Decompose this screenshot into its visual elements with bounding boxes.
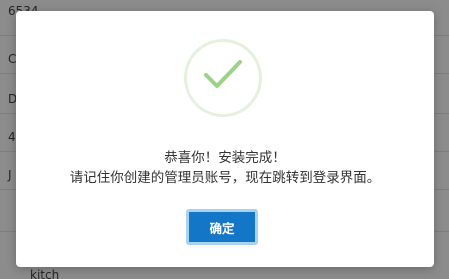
page: 6534 C D 4 J kitch 恭喜你！安装完成！ 请记住你创建的管理员账…: [0, 0, 449, 279]
check-icon: [204, 60, 242, 88]
message-line-1: 恭喜你！安装完成！: [164, 150, 286, 166]
dialog-message: 恭喜你！安装完成！ 请记住你创建的管理员账号，现在跳转到登录界面。: [16, 148, 434, 188]
success-ring: [184, 39, 262, 117]
message-line-2: 请记住你创建的管理员账号，现在跳转到登录界面。: [69, 170, 381, 186]
confirm-button[interactable]: 确定: [186, 209, 258, 245]
success-dialog: 恭喜你！安装完成！ 请记住你创建的管理员账号，现在跳转到登录界面。 确定: [16, 11, 434, 267]
